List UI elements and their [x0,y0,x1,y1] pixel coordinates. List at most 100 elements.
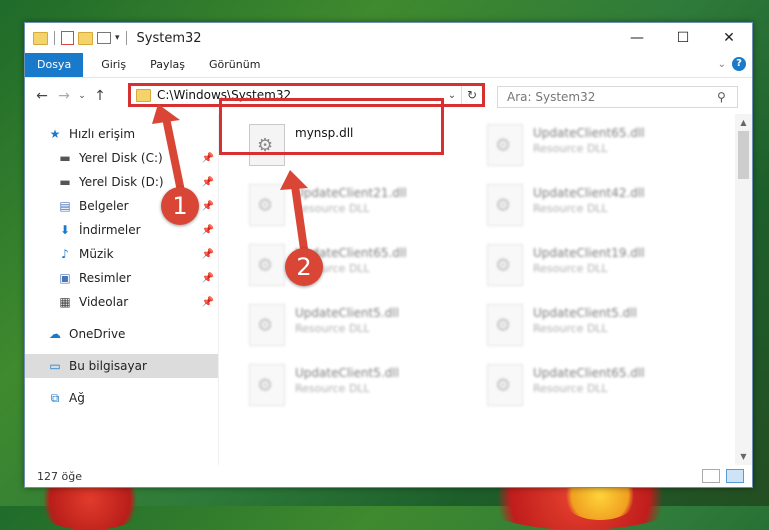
sidebar-item-pictures[interactable]: ▣ Resimler 📌 [25,266,218,290]
view-toggle-icon[interactable] [97,32,111,44]
sidebar-item-label: İndirmeler [79,223,141,237]
sidebar-item-label: Belgeler [79,199,129,213]
drive-icon: ▬ [59,175,71,189]
sidebar-item-quick-access[interactable]: ★ Hızlı erişim [25,122,218,146]
vertical-scrollbar[interactable]: ▲ ▼ [735,114,752,465]
scroll-up-icon[interactable]: ▲ [735,114,752,131]
file-name: UpdateClient65.dll [533,366,645,380]
file-name: UpdateClient21.dll [295,186,407,200]
file-item[interactable]: ⚙ UpdateClient65.dll Resource DLL [481,360,711,410]
sidebar-item-onedrive[interactable]: ☁ OneDrive [25,322,218,346]
music-icon: ♪ [61,247,69,261]
gear-icon: ⚙ [257,195,274,216]
gear-icon: ⚙ [495,255,512,276]
videos-icon: ▦ [59,295,71,309]
quick-access-toolbar: ▾ [25,31,129,45]
file-item[interactable]: ⚙ UpdateClient19.dll Resource DLL [481,240,711,290]
file-type: Resource DLL [533,382,608,395]
computer-icon: ▭ [49,359,61,373]
dll-file-icon: ⚙ [249,244,285,286]
gear-icon: ⚙ [495,315,512,336]
documents-icon: ▤ [59,199,71,213]
file-type: Resource DLL [295,382,370,395]
file-type: Resource DLL [295,322,370,335]
pin-icon[interactable]: 📌 [202,177,214,188]
window-title: System32 [136,30,202,46]
pin-icon[interactable]: 📌 [202,225,214,236]
file-item[interactable]: ⚙ UpdateClient5.dll Resource DLL [243,300,473,350]
file-type: Resource DLL [533,322,608,335]
search-input[interactable]: Ara: System32 ⚲ [497,86,738,108]
properties-icon[interactable] [61,31,74,45]
file-item[interactable]: ⚙ UpdateClient65.dll Resource DLL [481,120,711,170]
minimize-button[interactable]: — [614,23,660,53]
tab-file[interactable]: Dosya [25,53,84,77]
sidebar-item-local-disk-c[interactable]: ▬ Yerel Disk (C:) 📌 [25,146,218,170]
gear-icon: ⚙ [495,135,512,156]
sidebar-item-music[interactable]: ♪ Müzik 📌 [25,242,218,266]
help-icon[interactable]: ? [732,57,746,71]
gear-icon: ⚙ [495,375,512,396]
main-area: ★ Hızlı erişim ▬ Yerel Disk (C:) 📌 ▬ Yer… [25,114,752,465]
dll-file-icon: ⚙ [249,364,285,406]
sidebar-item-label: OneDrive [69,327,126,341]
gear-icon: ⚙ [257,255,274,276]
customize-toolbar-icon[interactable]: ▾ [115,33,120,43]
sidebar-item-label: Müzik [79,247,114,261]
sidebar-item-label: Bu bilgisayar [69,359,147,373]
address-dropdown-icon[interactable]: ⌄ [443,90,461,101]
search-placeholder: Ara: System32 [507,90,596,104]
divider [125,31,127,45]
dll-file-icon: ⚙ [487,124,523,166]
folder-icon [136,88,151,102]
file-type: Resource DLL [533,262,608,275]
sidebar-item-this-pc[interactable]: ▭ Bu bilgisayar [25,354,218,378]
pin-icon[interactable]: 📌 [202,249,214,260]
drive-icon: ▬ [59,151,71,165]
sidebar-item-videos[interactable]: ▦ Videolar 📌 [25,290,218,314]
refresh-icon[interactable]: ↻ [461,86,482,104]
window-controls: — ☐ ✕ [614,23,752,53]
maximize-button[interactable]: ☐ [660,23,706,53]
star-icon: ★ [49,127,61,141]
sidebar-item-label: Yerel Disk (C:) [79,151,163,165]
recent-locations-icon[interactable]: ⌄ [75,91,89,101]
details-view-icon[interactable] [702,469,720,483]
new-folder-icon[interactable] [78,31,93,45]
pin-icon[interactable]: 📌 [202,201,214,212]
item-count: 127 öğe [37,469,82,483]
file-item[interactable]: ⚙ UpdateClient5.dll Resource DLL [243,360,473,410]
ribbon-tabs: Dosya Giriş Paylaş Görünüm ⌄ ? [25,53,752,78]
dll-file-icon: ⚙ [249,304,285,346]
gear-icon: ⚙ [495,195,512,216]
scroll-down-icon[interactable]: ▼ [735,448,752,465]
sidebar-item-network[interactable]: ⧉ Ağ [25,386,218,410]
close-button[interactable]: ✕ [706,23,752,53]
file-type: Resource DLL [295,202,370,215]
back-arrow-icon[interactable]: ← [31,88,53,104]
pin-icon[interactable]: 📌 [202,297,214,308]
large-icons-view-icon[interactable] [726,469,744,483]
scroll-thumb[interactable] [738,131,749,179]
file-item[interactable]: ⚙ UpdateClient42.dll Resource DLL [481,180,711,230]
file-type: Resource DLL [533,142,608,155]
dll-file-icon: ⚙ [487,184,523,226]
folder-icon [33,31,48,45]
file-item[interactable]: ⚙ UpdateClient21.dll Resource DLL [243,180,473,230]
gear-icon: ⚙ [257,315,274,336]
file-list: ⚙ mynsp.dll ⚙ UpdateClient65.dll Resource… [219,114,752,465]
pin-icon[interactable]: 📌 [202,273,214,284]
dll-file-icon: ⚙ [487,364,523,406]
file-item[interactable]: ⚙ UpdateClient5.dll Resource DLL [481,300,711,350]
sidebar-item-label: Hızlı erişim [69,127,136,141]
pin-icon[interactable]: 📌 [202,153,214,164]
up-arrow-icon[interactable]: ↑ [89,88,111,104]
forward-arrow-icon[interactable]: → [53,88,75,104]
tab-view[interactable]: Görünüm [197,53,272,77]
file-type: Resource DLL [533,202,608,215]
sidebar-item-label: Videolar [79,295,129,309]
tab-share[interactable]: Paylaş [138,53,197,77]
tab-home[interactable]: Giriş [89,53,138,77]
file-item[interactable]: ⚙ UpdateClient65.dll Resource DLL [243,240,473,290]
expand-ribbon-icon[interactable]: ⌄ [718,59,726,70]
